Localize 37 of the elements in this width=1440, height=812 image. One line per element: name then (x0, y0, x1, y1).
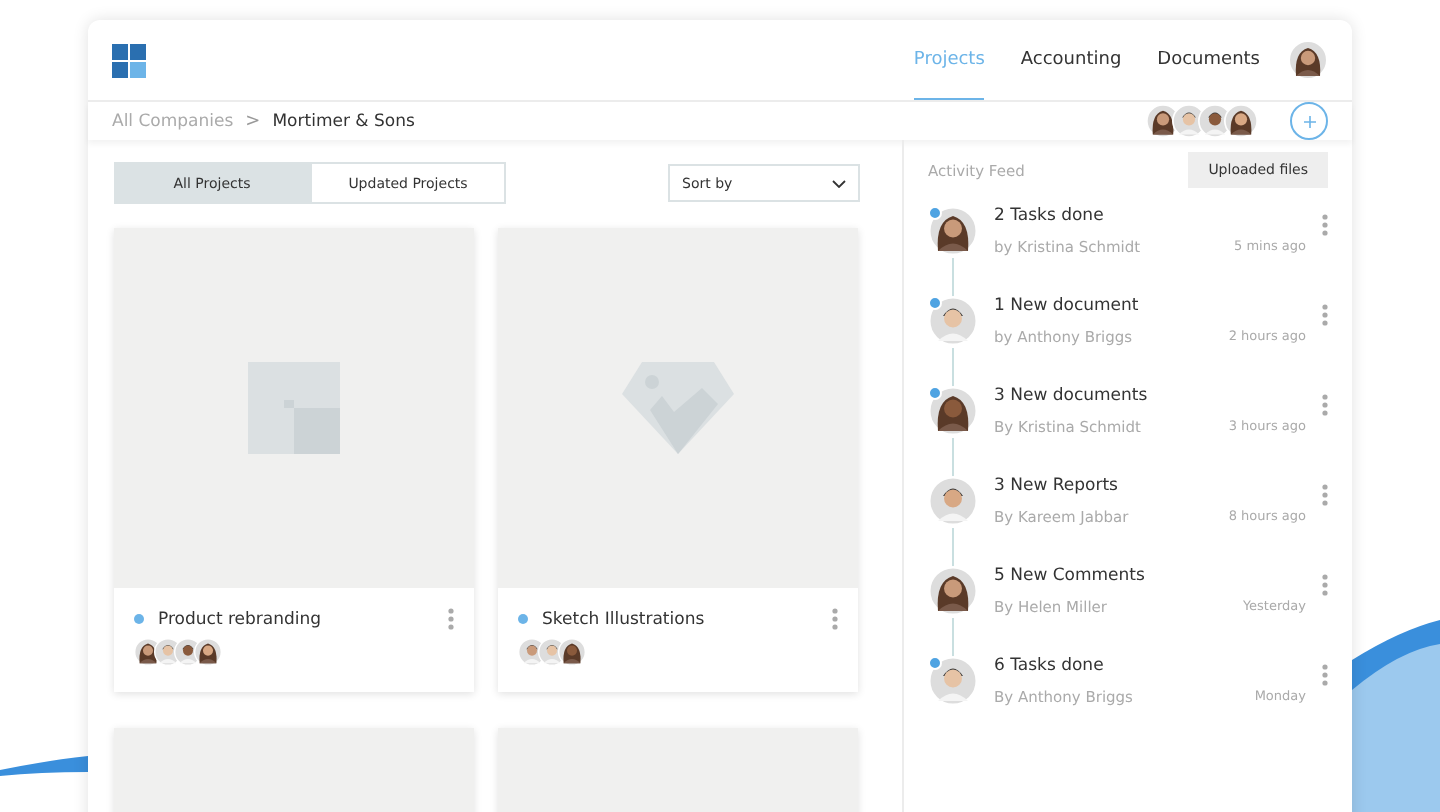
more-icon[interactable] (1322, 214, 1328, 236)
activity-title: 5 New Comments (994, 566, 1147, 586)
project-title: Sketch Illustrations (542, 609, 705, 629)
wave-drawing (0, 756, 88, 776)
avatar (1224, 104, 1258, 138)
avatar (194, 638, 222, 666)
nav-tab[interactable]: Accounting (1020, 20, 1122, 100)
diamond-icon (622, 362, 734, 454)
more-icon[interactable] (448, 608, 454, 630)
breadcrumb-link[interactable]: Mortimer & Sons (272, 111, 415, 131)
project-title: Product rebranding (158, 609, 322, 629)
more-icon[interactable] (1322, 664, 1328, 686)
project-card[interactable]: Product rebranding (114, 228, 474, 692)
activity-title: 3 New documents (994, 386, 1150, 406)
more-icon[interactable] (1322, 394, 1328, 416)
more-icon[interactable] (1322, 484, 1328, 506)
more-icon[interactable] (1322, 304, 1328, 326)
activity-title: 1 New document (994, 296, 1141, 316)
nav-tab[interactable]: Documents (1157, 20, 1260, 100)
more-icon[interactable] (1322, 574, 1328, 596)
plus-icon (1303, 115, 1315, 127)
activity-title: 6 Tasks done (994, 656, 1106, 676)
avatar (928, 656, 978, 706)
avatar (928, 296, 978, 346)
logo-icon (112, 43, 146, 77)
avatar (1288, 40, 1328, 80)
more-icon[interactable] (832, 608, 838, 630)
activity-title: 3 New Reports (994, 476, 1120, 496)
image-placeholder-icon (248, 362, 340, 454)
project-card[interactable]: Sketch Illustrations (498, 228, 858, 692)
chevron-icon: > (245, 111, 261, 131)
avatar (928, 206, 978, 256)
avatar (558, 638, 586, 666)
activity-title: 2 Tasks done (994, 206, 1106, 226)
add-button[interactable] (1290, 102, 1328, 140)
avatar (928, 386, 978, 436)
chevron-down-icon (832, 179, 846, 187)
